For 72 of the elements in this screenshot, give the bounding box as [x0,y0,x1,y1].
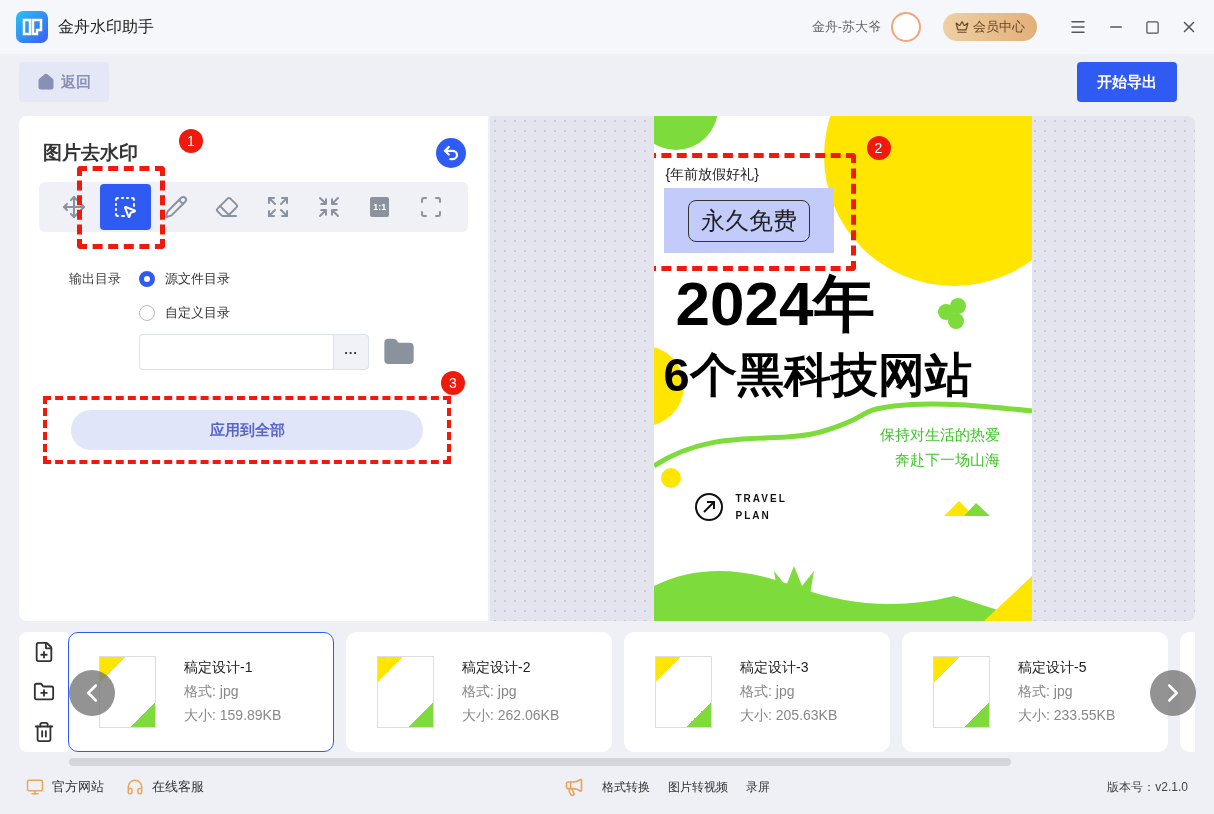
file-format: 格式: jpg [740,683,796,701]
file-size: 大小: 205.63KB [740,707,838,725]
eraser-icon [215,195,240,219]
footer-link[interactable]: 录屏 [745,778,770,796]
radio-label: 自定义目录 [165,304,230,322]
output-label: 输出目录 [68,270,122,288]
thumbnail-placeholder [377,656,434,728]
brand-text: PLAN [735,510,772,521]
thumbnail-placeholder [655,656,712,728]
shrink-icon [316,195,341,219]
vip-button[interactable]: 会员中心 [943,13,1037,41]
file-size: 大小: 233.55KB [1018,707,1116,725]
file-name: 稿定设计-1 [184,659,254,677]
file-card[interactable]: 稿定设计-2 格式: jpg 大小: 262.06KB [346,632,612,752]
megaphone-icon [563,777,584,797]
file-card[interactable]: 稿定设计-5 格式: jpg 大小: 233.55KB [902,632,1168,752]
user-avatar[interactable] [891,12,921,42]
version-text: 版本号：v2.1.0 [1107,778,1188,796]
radio-label: 源文件目录 [165,270,230,288]
expand-icon [265,195,290,219]
arrow-circle-icon [693,492,724,522]
headphones-icon [126,778,144,796]
brand-text: TRAVEL [735,493,787,504]
poster-headline: 2024年 [675,273,877,335]
browse-button[interactable]: ··· [333,334,369,370]
file-format: 格式: jpg [462,683,518,701]
undo-icon [442,144,460,162]
file-name: 稿定设计-2 [462,659,532,677]
home-icon [37,73,55,91]
footer-link[interactable]: 在线客服 [126,778,204,796]
file-name: 稿定设计-3 [740,659,810,677]
frame-icon [418,195,443,219]
radio-dot[interactable] [139,305,155,321]
window-title: 金舟水印助手 [58,16,154,37]
poster-slogan: 保持对生活的热爱 [879,426,1000,445]
app-logo [16,11,48,43]
crown-icon [955,20,969,34]
apply-all-button[interactable]: 应用到全部 [71,410,423,450]
file-card[interactable]: 稿定设计-3 格式: jpg 大小: 205.63KB [624,632,890,752]
poster-badge: 永久免费 [687,199,810,242]
undo-button[interactable] [436,138,466,168]
step-badge: 1 [179,129,203,153]
file-size: 大小: 159.89KB [184,707,282,725]
file-format: 格式: jpg [1018,683,1074,701]
export-button[interactable]: 开始导出 [1077,62,1177,102]
menu-icon[interactable] [1069,18,1087,36]
user-name: 金舟-苏大爷 [811,18,881,36]
radio-option[interactable]: 源文件目录 [139,270,468,288]
footer-link[interactable]: 图片转视频 [667,778,728,796]
trash-icon[interactable] [32,721,55,743]
tool-button[interactable] [99,184,151,230]
poster-slogan: 奔赴下一场山海 [894,451,1000,470]
file-card[interactable]: 稿定设计-1 格式: jpg 大小: 159.89KB [68,632,334,752]
footer-link[interactable]: 格式转换 [601,778,650,796]
file-name: 稿定设计-5 [1018,659,1088,677]
maximize-icon[interactable] [1145,19,1160,35]
poster-tag: {年前放假好礼} [665,166,759,184]
pencil-icon [164,195,189,219]
step-badge: 3 [441,371,465,395]
file-format: 格式: jpg [184,683,240,701]
scrollbar[interactable] [69,758,1011,766]
radio-option[interactable]: 自定义目录 [139,304,468,322]
move-icon [62,195,87,219]
selection-icon [113,195,138,219]
footer-link[interactable]: 官方网站 [26,778,104,796]
monitor-icon [26,778,44,796]
path-field[interactable] [139,334,333,370]
thumbnail-placeholder [933,656,990,728]
file-size: 大小: 262.06KB [462,707,560,725]
add-folder-icon[interactable] [32,681,55,703]
radio-dot[interactable] [139,271,155,287]
panel-title: 图片去水印 [43,141,138,165]
